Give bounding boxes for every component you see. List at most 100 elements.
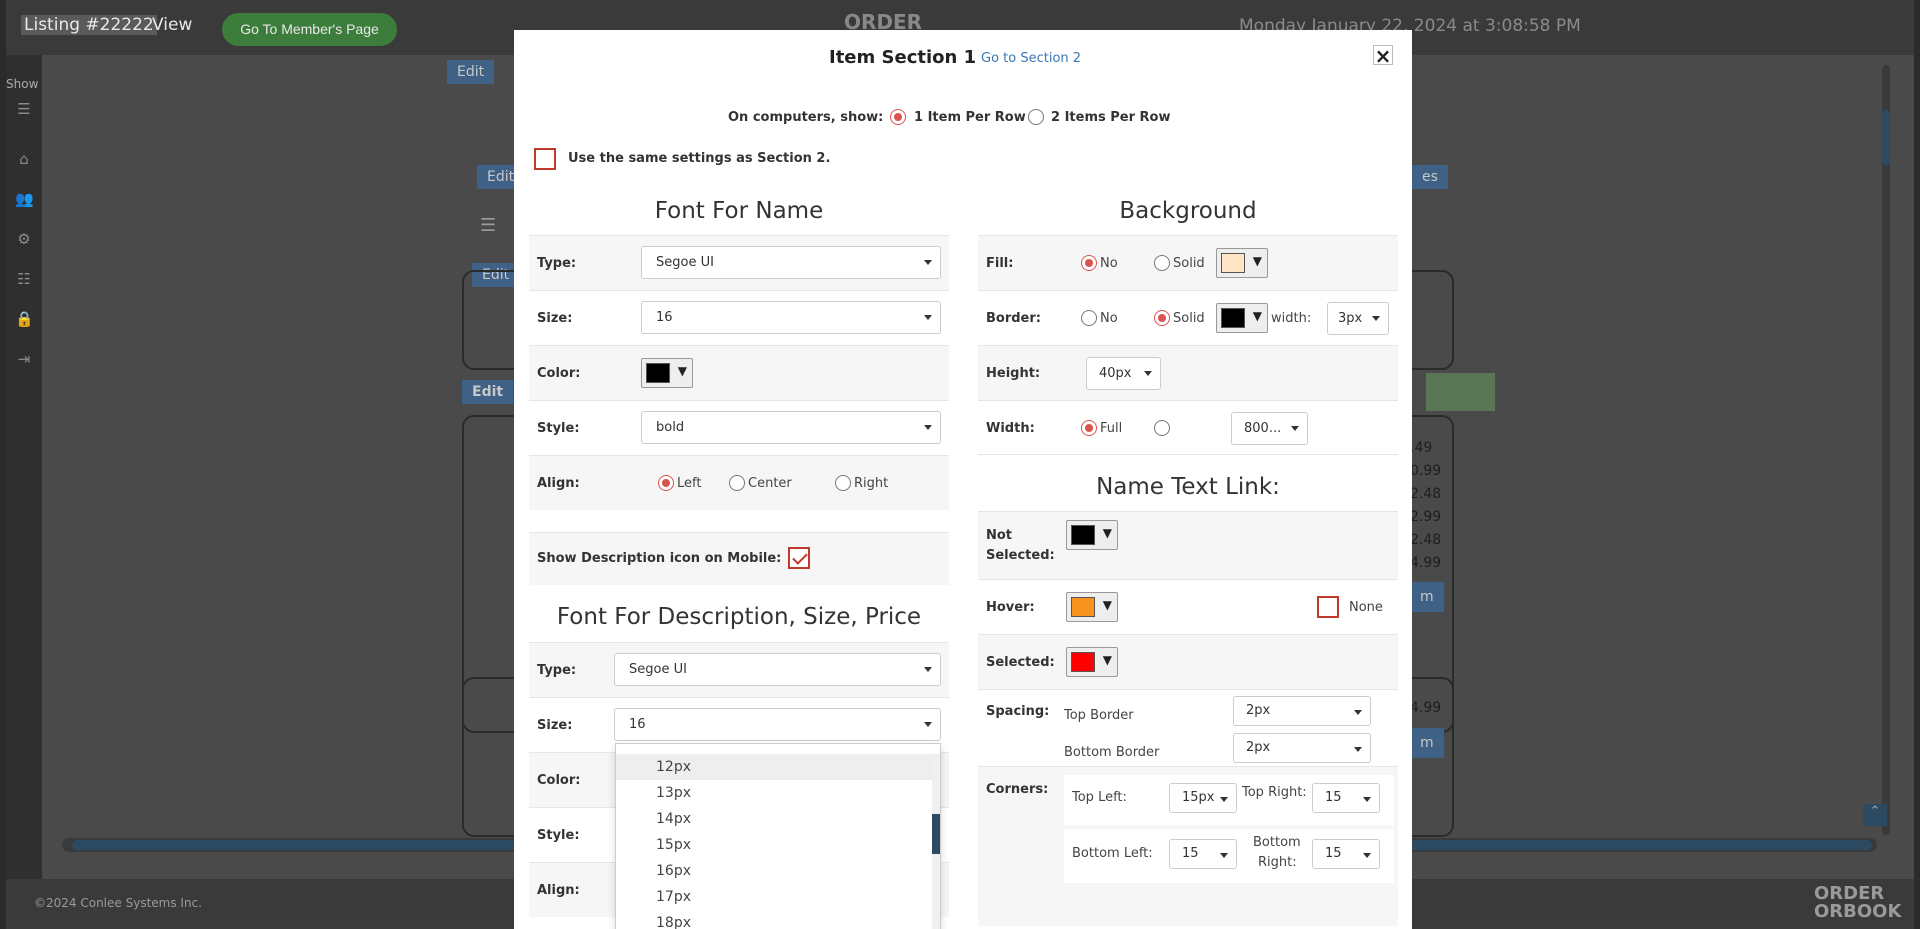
name-align-row: Align: Left Center Right [529, 455, 949, 510]
show-description-checkbox[interactable] [788, 547, 810, 569]
dropdown-scrollbar[interactable] [932, 754, 940, 929]
edit-button[interactable]: Edit [462, 380, 514, 404]
spacing-label: Spacing: [986, 704, 1050, 719]
desc-size-select[interactable]: 16 [614, 708, 941, 741]
dropdown-arrow-icon: ▼ [677, 364, 687, 378]
logout-icon[interactable]: ⇥ [15, 350, 33, 368]
top-right-label: Top Right: [1242, 785, 1307, 800]
same-settings-label: Use the same settings as Section 2. [568, 151, 831, 166]
hover-none-checkbox[interactable] [1317, 596, 1339, 618]
vertical-scrollbar[interactable] [1882, 65, 1890, 835]
align-right-radio[interactable] [835, 475, 851, 491]
users-icon[interactable]: 👥 [15, 190, 34, 208]
item-button[interactable]: m [1410, 582, 1444, 612]
spacing-row: Spacing: Top Border 2px Bottom Border 2p… [978, 689, 1398, 766]
caret-down-icon [1220, 853, 1228, 858]
border-width-select[interactable]: 3px [1327, 302, 1389, 335]
desc-type-select[interactable]: Segoe UI [614, 653, 941, 686]
caret-down-icon [1363, 853, 1371, 858]
size-dropdown-list[interactable]: 12px 13px 14px 15px 16px 17px 18px [615, 743, 941, 929]
edit-button-right[interactable]: es [1412, 165, 1448, 189]
caret-down-icon [1354, 747, 1362, 752]
close-icon[interactable]: × [1373, 45, 1393, 66]
border-solid-radio[interactable] [1154, 310, 1170, 326]
show-menu-label[interactable]: Show [6, 77, 38, 91]
price: 2.48 [1410, 486, 1442, 502]
corners-bottom-group: Bottom Left: 15 Bottom Right: 15 [1064, 829, 1394, 883]
edit-button[interactable]: Edit [447, 60, 495, 84]
bottom-border-select[interactable]: 2px [1233, 733, 1371, 763]
color-label: Color: [537, 366, 581, 381]
height-select[interactable]: 40px [1086, 357, 1161, 390]
fill-no-radio[interactable] [1081, 255, 1097, 271]
name-style-select[interactable]: bold [641, 411, 941, 444]
selected-color-picker[interactable]: ▼ [1066, 647, 1118, 677]
item-button[interactable]: m [1410, 728, 1444, 758]
scroll-thumb[interactable] [1882, 110, 1890, 165]
list-icon[interactable]: ☰ [480, 215, 496, 236]
size-label: Size: [537, 718, 573, 733]
border-no-radio[interactable] [1081, 310, 1097, 326]
two-per-row-radio[interactable] [1028, 109, 1044, 125]
hover-row: Hover: ▼ None [978, 579, 1398, 634]
computers-show-label: On computers, show: [728, 110, 884, 125]
go-to-section-2-link[interactable]: Go to Section 2 [981, 51, 1081, 66]
bottom-right-select[interactable]: 15 [1312, 839, 1380, 869]
size-option[interactable]: 14px [616, 806, 934, 832]
top-border-select[interactable]: 2px [1233, 696, 1371, 726]
style-label: Style: [537, 828, 580, 843]
width-custom-select[interactable]: 800... [1231, 412, 1308, 445]
name-size-select[interactable]: 16 [641, 301, 941, 334]
align-left-radio[interactable] [658, 475, 674, 491]
name-color-picker[interactable]: ▼ [641, 358, 693, 388]
fill-solid-radio[interactable] [1154, 255, 1170, 271]
caret-down-icon [1291, 426, 1299, 431]
bottom-left-select[interactable]: 15 [1169, 839, 1237, 869]
hover-label: Hover: [986, 600, 1035, 615]
show-description-row: Show Description icon on Mobile: [529, 532, 949, 585]
scroll-thumb[interactable] [932, 814, 940, 854]
size-option[interactable]: 16px [616, 858, 934, 884]
hover-color-picker[interactable]: ▼ [1066, 592, 1118, 622]
fill-row: Fill: No Solid ▼ [978, 235, 1398, 290]
height-row: Height: 40px [978, 345, 1398, 400]
one-per-row-label: 1 Item Per Row [914, 110, 1026, 125]
left-rail: Show ☰ ⌂ 👥 ⚙ ☷ 🔒 ⇥ [6, 55, 42, 879]
listing-number[interactable]: Listing #22222 [21, 15, 157, 35]
hamburger-icon[interactable]: ☰ [15, 100, 33, 118]
price: 2.99 [1410, 509, 1442, 525]
same-settings-checkbox[interactable] [534, 148, 556, 170]
gears-icon[interactable]: ⚙ [15, 230, 33, 248]
view-link[interactable]: View [152, 15, 192, 35]
top-left-select[interactable]: 15px [1169, 783, 1237, 813]
one-per-row-radio[interactable] [890, 109, 906, 125]
go-to-member-page-button[interactable]: Go To Member's Page [222, 13, 397, 46]
size-option[interactable]: 15px [616, 832, 934, 858]
size-option[interactable]: 12px [616, 754, 934, 780]
select-value: 40px [1099, 366, 1132, 381]
not-selected-color-picker[interactable]: ▼ [1066, 520, 1118, 550]
align-center-radio[interactable] [729, 475, 745, 491]
home-icon[interactable]: ⌂ [15, 150, 33, 168]
color-label: Color: [537, 773, 581, 788]
lock-icon[interactable]: 🔒 [15, 310, 34, 328]
border-row: Border: No Solid ▼ width: 3px [978, 290, 1398, 345]
scroll-up-icon[interactable]: ⌃ [1863, 804, 1887, 826]
size-option[interactable]: 18px [616, 910, 934, 929]
database-icon[interactable]: ☷ [15, 270, 33, 288]
top-right-select[interactable]: 15 [1312, 783, 1380, 813]
select-value: bold [656, 420, 685, 435]
align-center-label: Center [748, 476, 792, 491]
size-option[interactable]: 17px [616, 884, 934, 910]
size-option[interactable]: 13px [616, 780, 934, 806]
price: 2.48 [1410, 532, 1442, 548]
fill-no-label: No [1100, 256, 1118, 271]
border-color-picker[interactable]: ▼ [1216, 303, 1268, 333]
caret-down-icon [1372, 316, 1380, 321]
name-type-select[interactable]: Segoe UI [641, 246, 941, 279]
width-full-radio[interactable] [1081, 420, 1097, 436]
fill-color-picker[interactable]: ▼ [1216, 248, 1268, 278]
bottom-right-label-2: Right: [1258, 855, 1297, 870]
width-custom-radio[interactable] [1154, 420, 1170, 436]
price: 0.99 [1410, 463, 1442, 479]
